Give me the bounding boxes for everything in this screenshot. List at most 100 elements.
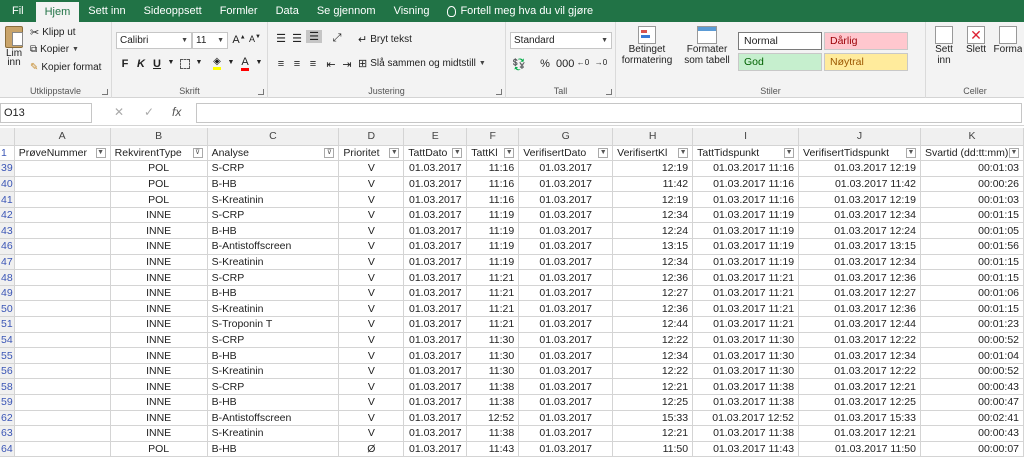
header-cell[interactable]: TattDato ▼	[403, 145, 468, 162]
cell[interactable]: INNE	[110, 425, 208, 442]
cell[interactable]: 00:00:43	[920, 378, 1024, 395]
cell[interactable]: INNE	[110, 269, 208, 286]
cell[interactable]: POL	[110, 441, 208, 458]
select-all-corner[interactable]	[0, 128, 15, 146]
column-header-c[interactable]: C	[207, 128, 340, 146]
cell[interactable]: 01.03.2017	[518, 191, 614, 208]
cell[interactable]: 15:33	[612, 410, 694, 427]
cell[interactable]: 12:24	[612, 222, 694, 240]
cell[interactable]: 01.03.2017 11:38	[692, 394, 800, 411]
cell[interactable]: 12:52	[466, 410, 520, 427]
header-cell[interactable]: PrøveNummer ▼	[14, 145, 111, 162]
cell[interactable]: 01.03.2017	[403, 347, 468, 364]
cell[interactable]: 11:21	[466, 316, 520, 333]
cell[interactable]: 01.03.2017	[403, 316, 468, 333]
filter-dropdown-icon[interactable]: ▼	[389, 147, 400, 158]
cell[interactable]: 01.03.2017	[403, 285, 468, 302]
cell[interactable]: S-Kreatinin	[207, 425, 340, 442]
align-right-icon[interactable]: ≡	[306, 58, 320, 70]
cell[interactable]: 12:44	[612, 316, 694, 333]
header-cell[interactable]: Analyse ⊽	[207, 145, 340, 162]
cell[interactable]: V	[338, 394, 405, 411]
cell[interactable]: B-HB	[207, 347, 340, 364]
cell[interactable]: 01.03.2017 11:19	[692, 254, 800, 271]
cell[interactable]: B-Antistoffscreen	[207, 238, 340, 255]
cell[interactable]: POL	[110, 176, 208, 193]
cell[interactable]: 00:00:52	[920, 332, 1024, 349]
cell[interactable]: 01.03.2017	[403, 394, 468, 411]
cell[interactable]: 11:21	[466, 285, 520, 302]
cell[interactable]: 01.03.2017 11:21	[692, 285, 800, 302]
filter-dropdown-icon[interactable]: ▼	[905, 147, 916, 158]
dialog-launcher-icon[interactable]	[102, 89, 108, 95]
row-number[interactable]: 49	[0, 285, 15, 302]
cell[interactable]: V	[338, 254, 405, 271]
insert-function-icon[interactable]: fx	[172, 105, 181, 119]
cell[interactable]: 01.03.2017	[403, 222, 468, 240]
copy-button[interactable]: ⧉ Kopier ▼	[30, 44, 79, 55]
cell[interactable]: 01.03.2017	[403, 269, 468, 286]
cell[interactable]: 12:34	[612, 347, 694, 364]
tab-file[interactable]: Fil	[0, 0, 36, 22]
cell[interactable]: 11:38	[466, 425, 520, 442]
header-cell[interactable]: VerifisertKl ▼	[612, 145, 694, 162]
cell[interactable]: V	[338, 285, 405, 302]
header-cell[interactable]: TattKl ▼	[466, 145, 520, 162]
cell[interactable]: 01.03.2017	[518, 285, 614, 302]
cell[interactable]: INNE	[110, 363, 208, 380]
dialog-launcher-icon[interactable]	[496, 89, 502, 95]
row-number[interactable]: 41	[0, 191, 15, 208]
cell[interactable]: 01.03.2017	[518, 410, 614, 427]
cell[interactable]: 12:34	[612, 207, 694, 224]
align-top-icon[interactable]: ☰	[274, 32, 288, 45]
column-header-h[interactable]: H	[612, 128, 694, 146]
cell[interactable]: 12:21	[612, 425, 694, 442]
cell[interactable]: 01.03.2017	[518, 425, 614, 442]
cell[interactable]: V	[338, 410, 405, 427]
cell[interactable]: POL	[110, 191, 208, 208]
enter-icon[interactable]: ✓	[144, 105, 154, 119]
cell[interactable]: B-Antistoffscreen	[207, 410, 340, 427]
font-size-select[interactable]: 11 ▼	[192, 32, 228, 49]
cell[interactable]: 11:43	[466, 441, 520, 458]
cell[interactable]: B-HB	[207, 394, 340, 411]
cell[interactable]	[14, 332, 111, 349]
cell[interactable]: 00:00:52	[920, 363, 1024, 380]
conditional-formatting-button[interactable]: Betinget formatering	[618, 26, 676, 66]
row-number[interactable]: 63	[0, 425, 15, 442]
column-header-e[interactable]: E	[403, 128, 468, 146]
font-color-icon[interactable]: A	[238, 56, 252, 71]
tab-data[interactable]: Data	[267, 0, 308, 22]
row-number[interactable]: 40	[0, 176, 15, 193]
cell[interactable]: 01.03.2017 12:25	[798, 394, 921, 411]
cell[interactable]: 01.03.2017 15:33	[798, 410, 921, 427]
cell[interactable]: 01.03.2017	[518, 238, 614, 255]
cell[interactable]: 01.03.2017 12:21	[798, 378, 921, 395]
row-number[interactable]: 62	[0, 410, 15, 427]
cell[interactable]: 00:01:03	[920, 191, 1024, 208]
column-header-g[interactable]: G	[518, 128, 614, 146]
row-number[interactable]: 51	[0, 316, 15, 333]
cell[interactable]: 12:27	[612, 285, 694, 302]
tab-page-layout[interactable]: Sideoppsett	[135, 0, 211, 22]
row-number[interactable]: 46	[0, 238, 15, 255]
header-cell[interactable]: Svartid (dd:tt:mm) ▼	[920, 145, 1024, 162]
filter-active-icon[interactable]: ⊽	[192, 147, 203, 158]
cell[interactable]: 01.03.2017 12:19	[798, 160, 921, 177]
cell[interactable]	[14, 269, 111, 286]
cell[interactable]: 12:25	[612, 394, 694, 411]
cell[interactable]: 12:36	[612, 269, 694, 286]
row-number[interactable]: 50	[0, 300, 15, 318]
cell[interactable]: 11:19	[466, 238, 520, 255]
cell[interactable]: 00:01:23	[920, 316, 1024, 333]
cell[interactable]: 01.03.2017 12:44	[798, 316, 921, 333]
cell[interactable]: 01.03.2017 12:34	[798, 207, 921, 224]
tab-formulas[interactable]: Formler	[211, 0, 267, 22]
cell[interactable]: 11:30	[466, 363, 520, 380]
align-center-icon[interactable]: ≡	[290, 58, 304, 70]
cell[interactable]: S-CRP	[207, 332, 340, 349]
row-number[interactable]: 54	[0, 332, 15, 349]
row-number[interactable]: 48	[0, 269, 15, 286]
cell[interactable]: 01.03.2017 12:36	[798, 300, 921, 318]
cell[interactable]: 11:30	[466, 332, 520, 349]
